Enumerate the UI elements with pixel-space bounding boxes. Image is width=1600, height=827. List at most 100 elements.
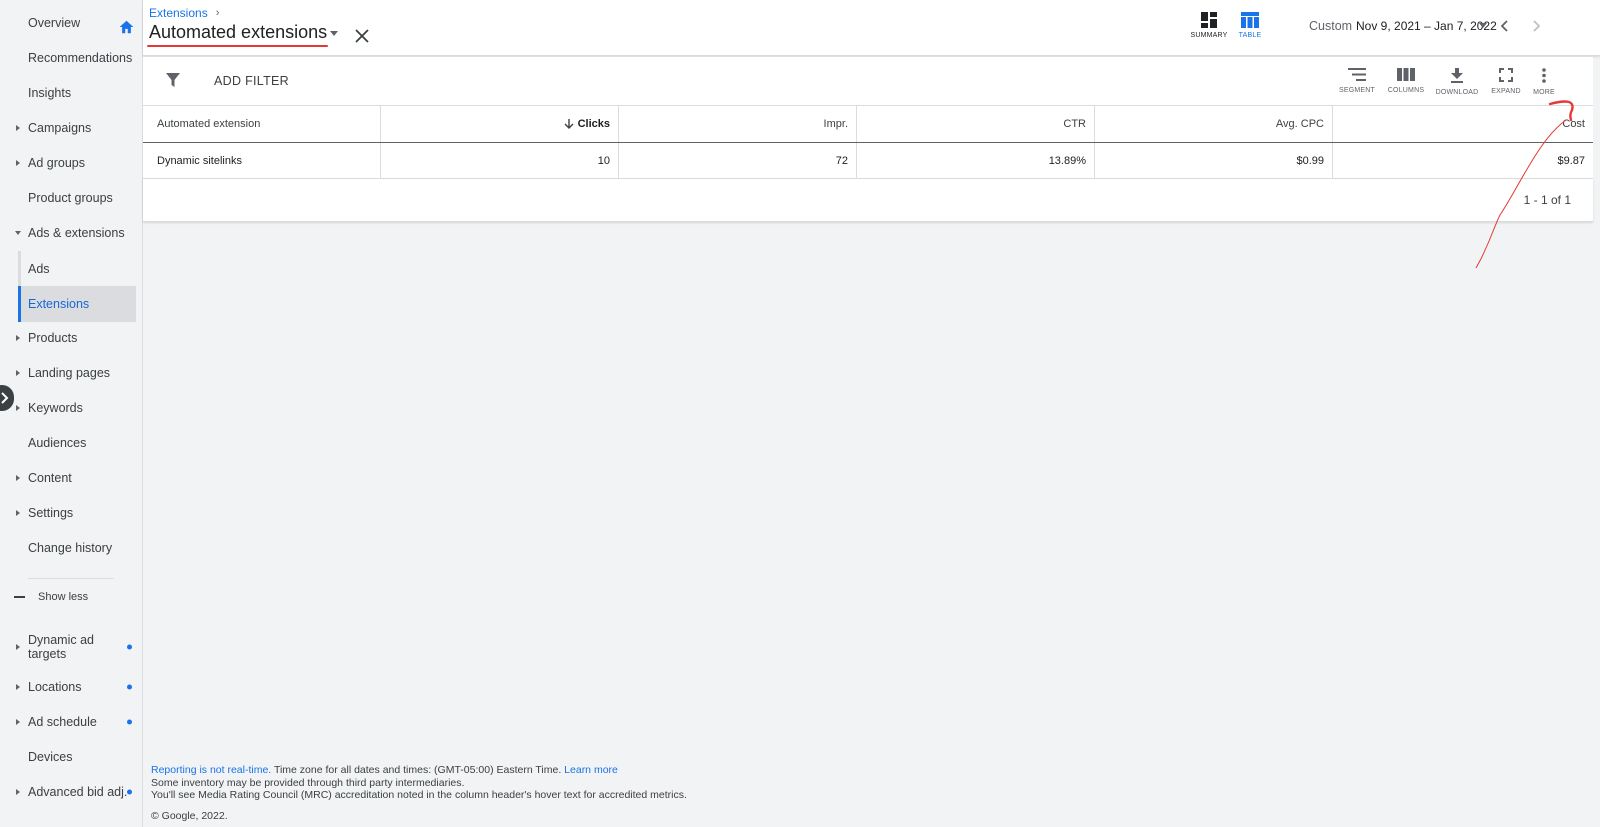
tool-label: DOWNLOAD [1435, 89, 1479, 96]
show-less-button[interactable]: Show less [14, 591, 88, 603]
status-dot [127, 684, 132, 689]
view-label: TABLE [1238, 32, 1262, 39]
column-header-label: Clicks [577, 118, 610, 130]
page-title[interactable]: Automated extensions [149, 22, 327, 43]
table-cell: 13.89% [857, 143, 1095, 178]
column-header[interactable]: Avg. CPC [1095, 106, 1333, 142]
breadcrumb-link[interactable]: Extensions [149, 6, 208, 20]
tool-label: EXPAND [1491, 88, 1521, 95]
breadcrumb[interactable]: Extensions › [149, 6, 219, 20]
view-summary-button[interactable]: SUMMARY [1187, 12, 1231, 39]
dropdown-arrow-icon[interactable] [1479, 23, 1487, 28]
sidebar-item-landing-pages[interactable]: Landing pages [0, 355, 136, 390]
close-icon[interactable] [355, 29, 369, 43]
filter-icon[interactable] [166, 73, 180, 87]
sidebar-item-label: Ads [28, 261, 50, 276]
date-range-label: Custom [1309, 19, 1353, 33]
sidebar-item-label: Ads & extensions [28, 225, 125, 240]
dropdown-arrow-icon[interactable] [330, 31, 338, 36]
table-cell: 10 [381, 143, 619, 178]
column-header[interactable]: Impr. [619, 106, 857, 142]
sidebar-item-advanced-bid-adj[interactable]: Advanced bid adj. [0, 774, 136, 809]
data-table: Automated extension Clicks Impr. CTR Avg… [143, 106, 1593, 222]
sidebar-item-content[interactable]: Content [0, 460, 136, 495]
sidebar-item-settings[interactable]: Settings [0, 495, 136, 530]
table-cell: Dynamic sitelinks [143, 143, 381, 178]
sidebar-item-ad-schedule[interactable]: Ad schedule [0, 704, 136, 739]
segment-icon [1348, 68, 1366, 81]
sidebar-item-label: Content [28, 470, 72, 485]
footer-line-2: Some inventory may be provided through t… [151, 776, 465, 789]
sidebar: Overview Recommendations Insights Campai… [0, 0, 143, 827]
sidebar-item-ads[interactable]: Ads [0, 251, 136, 286]
sidebar-item-label: Ad groups [28, 155, 85, 170]
sidebar-item-product-groups[interactable]: Product groups [0, 180, 136, 215]
chevron-right-icon: › [215, 7, 220, 19]
sidebar-item-ad-groups[interactable]: Ad groups [0, 145, 136, 180]
sidebar-item-label: Keywords [28, 400, 83, 415]
table-header-row: Automated extension Clicks Impr. CTR Avg… [143, 106, 1593, 143]
column-header[interactable]: Automated extension [143, 106, 381, 142]
download-icon [1451, 68, 1463, 83]
sidebar-item-change-history[interactable]: Change history [0, 530, 136, 565]
table-cell: $0.99 [1095, 143, 1333, 178]
expand-icon [1499, 68, 1513, 82]
sidebar-item-ads-extensions[interactable]: Ads & extensions [0, 215, 136, 250]
sidebar-item-overview[interactable]: Overview [0, 5, 136, 40]
segment-button[interactable]: SEGMENT [1335, 68, 1379, 94]
footer-line-1: Reporting is not real-time. Time zone fo… [151, 764, 687, 777]
sidebar-item-extensions[interactable]: Extensions [18, 286, 136, 322]
download-button[interactable]: DOWNLOAD [1435, 68, 1479, 96]
sidebar-item-locations[interactable]: Locations [0, 669, 136, 704]
tool-label: MORE [1533, 89, 1555, 96]
table-icon [1241, 12, 1259, 28]
sidebar-item-keywords[interactable]: Keywords [0, 390, 136, 425]
chevron-left-icon[interactable] [1497, 18, 1513, 34]
caret-down-icon [15, 230, 21, 235]
table-row[interactable]: Dynamic sitelinks 10 72 13.89% $0.99 $9.… [143, 143, 1593, 179]
caret-right-icon [16, 683, 20, 690]
sidebar-item-insights[interactable]: Insights [0, 75, 136, 110]
sidebar-item-recommendations[interactable]: Recommendations [0, 40, 136, 75]
sidebar-item-products[interactable]: Products [0, 320, 136, 355]
sidebar-item-audiences[interactable]: Audiences [0, 425, 136, 460]
status-dot [127, 719, 132, 724]
caret-right-icon [16, 788, 20, 795]
date-range-picker[interactable]: Nov 9, 2021 – Jan 7, 2022 [1356, 19, 1497, 33]
show-less-label: Show less [38, 591, 89, 603]
view-table-button[interactable]: TABLE [1228, 12, 1272, 39]
arrow-down-icon [564, 119, 574, 129]
chevron-right-icon [1, 392, 9, 404]
footer-line-3: You'll see Media Rating Council (MRC) ac… [151, 789, 687, 801]
status-dot [127, 789, 132, 794]
sidebar-item-label: Products [28, 330, 78, 345]
table-cell: 72 [619, 143, 857, 178]
sidebar-item-dynamic-ad-targets[interactable]: Dynamic ad targets [0, 627, 136, 667]
caret-right-icon [16, 474, 20, 481]
sidebar-item-label: Locations [28, 679, 82, 694]
sidebar-item-label: Extensions [28, 297, 90, 311]
column-header-sorted[interactable]: Clicks [381, 106, 619, 142]
sidebar-item-label: Recommendations [28, 50, 133, 65]
add-filter-button[interactable]: ADD FILTER [214, 74, 289, 88]
column-header[interactable]: CTR [857, 106, 1095, 142]
sidebar-item-devices[interactable]: Devices [0, 739, 136, 774]
caret-right-icon [16, 404, 20, 411]
sidebar-item-label: Advanced bid adj. [28, 784, 128, 799]
columns-button[interactable]: COLUMNS [1384, 68, 1428, 94]
column-header[interactable]: Cost [1333, 106, 1593, 142]
sidebar-item-campaigns[interactable]: Campaigns [0, 110, 136, 145]
active-indicator [18, 286, 21, 322]
chevron-right-icon[interactable] [1528, 18, 1544, 34]
sidebar-item-label: Ad schedule [28, 714, 97, 729]
more-button[interactable]: MORE [1522, 68, 1566, 96]
annotation-underline [147, 45, 328, 47]
caret-right-icon [16, 369, 20, 376]
table-cell: $9.87 [1557, 154, 1585, 167]
learn-more-link[interactable]: Learn more [564, 764, 618, 776]
not-realtime-link[interactable]: Reporting is not real-time. [151, 764, 271, 776]
view-label: SUMMARY [1190, 32, 1228, 39]
sidebar-item-label: Campaigns [28, 120, 92, 135]
summary-dashboard-icon [1201, 12, 1217, 28]
home-icon [119, 20, 134, 34]
